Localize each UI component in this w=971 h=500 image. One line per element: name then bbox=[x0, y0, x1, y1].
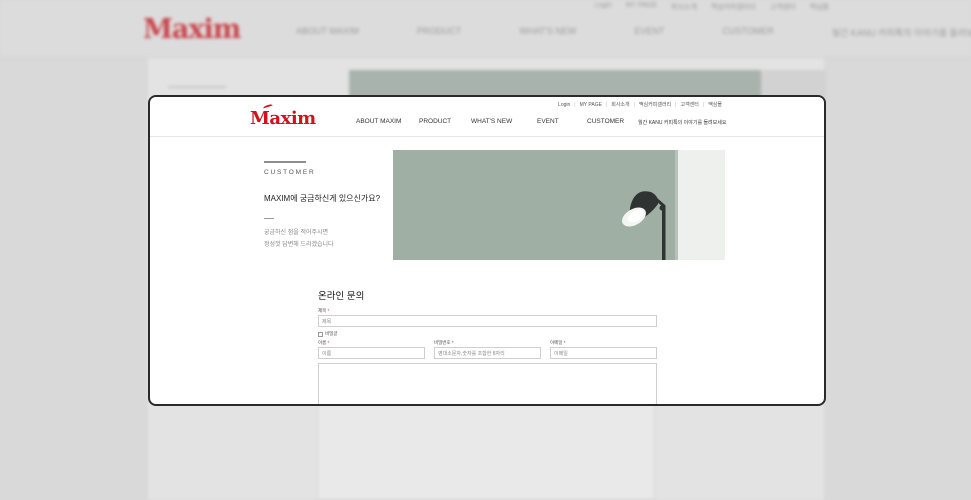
util-separator: | bbox=[574, 101, 576, 108]
subject-input[interactable]: 제목 bbox=[318, 315, 657, 327]
hero-banner bbox=[393, 150, 725, 260]
util-separator: | bbox=[633, 101, 635, 108]
form-title: 온라인 문의 bbox=[318, 291, 365, 302]
description-line: 궁금하신 점을 적어주시면 bbox=[264, 230, 329, 236]
section-dash bbox=[264, 218, 274, 219]
util-link-mypage[interactable]: MY PAGE bbox=[580, 102, 602, 108]
checkbox-box-icon[interactable] bbox=[318, 331, 323, 337]
required-mark: * bbox=[327, 340, 330, 345]
background-nav-item: PRODUCT bbox=[416, 26, 462, 36]
util-link-support[interactable]: 고객센터 bbox=[680, 101, 698, 108]
background-logo: Maxim bbox=[143, 14, 241, 45]
password-label-text: 비밀번호 bbox=[434, 340, 451, 345]
section-title: MAXIM에 궁금하신게 있으신가요? bbox=[264, 194, 381, 203]
customer-intro: CUSTOMER MAXIM에 궁금하신게 있으신가요? 궁금하신 점을 적어주… bbox=[264, 161, 392, 251]
util-link-gallery[interactable]: 맥심커피갤러리 bbox=[639, 101, 671, 108]
background-util-link: 고객센터 bbox=[769, 4, 796, 11]
nav-item-about[interactable]: ABOUT MAXIM bbox=[356, 118, 401, 125]
background-nav: ABOUT MAXIM PRODUCT WHAT'S NEW EVENT CUS… bbox=[296, 26, 971, 39]
secret-checkbox[interactable]: 비밀글 bbox=[318, 331, 337, 337]
password-label: 비밀번호 * bbox=[434, 340, 454, 346]
desk-lamp-icon bbox=[622, 191, 666, 260]
background-util-link: 맥심몰 bbox=[809, 4, 829, 11]
maxim-logo[interactable]: Maxim bbox=[250, 108, 316, 129]
section-description: 궁금하신 점을 적어주시면 정성껏 답변해 드리겠습니다 bbox=[264, 227, 392, 251]
background-util-links: Login MY PAGE 회사소개 맥심커피갤러리 고객센터 맥심몰 bbox=[595, 2, 829, 12]
section-eyebrow: CUSTOMER bbox=[264, 169, 316, 176]
background-nav-item: EVENT bbox=[634, 26, 665, 36]
required-mark: * bbox=[451, 340, 454, 345]
nav-promo-link[interactable]: 월간 KANU 커피톡의 이야기를 들려보세요 bbox=[638, 119, 726, 126]
nav-item-whats-new[interactable]: WHAT'S NEW bbox=[471, 118, 512, 125]
background-nav-item: ABOUT MAXIM bbox=[296, 26, 359, 36]
required-mark: * bbox=[563, 340, 566, 345]
subject-label: 제목 * bbox=[318, 308, 329, 314]
background-util-link: Login bbox=[594, 2, 612, 9]
required-mark: * bbox=[327, 308, 330, 313]
background-nav-item: CUSTOMER bbox=[722, 26, 774, 36]
email-label: 이메일 * bbox=[550, 340, 565, 346]
util-separator: | bbox=[675, 101, 677, 108]
utility-links: Login | MY PAGE | 회사소개 | 맥심커피갤러리 | 고객센터 … bbox=[558, 101, 722, 109]
nav-item-customer[interactable]: CUSTOMER bbox=[587, 118, 624, 125]
password-input[interactable]: 영대소문자,숫자를 조합한 8자리 bbox=[434, 347, 541, 359]
site-header: Maxim Login | MY PAGE | 회사소개 | 맥심커피갤러리 |… bbox=[150, 97, 824, 137]
subject-label-text: 제목 bbox=[318, 308, 327, 313]
description-line: 정성껏 답변해 드리겠습니다 bbox=[264, 242, 334, 248]
name-label: 이름 * bbox=[318, 340, 329, 346]
secret-label: 비밀글 bbox=[325, 331, 338, 336]
nav-item-product[interactable]: PRODUCT bbox=[419, 118, 451, 125]
email-label-text: 이메일 bbox=[550, 340, 563, 345]
background-util-link: 회사소개 bbox=[671, 4, 697, 11]
util-link-login[interactable]: Login bbox=[558, 102, 570, 108]
section-divider bbox=[264, 161, 306, 163]
background-nav-promo: 월간 KANU 커피톡의 이야기를 들려보세요 bbox=[831, 28, 971, 38]
background-util-link: 맥심커피갤러리 bbox=[710, 4, 756, 11]
page-preview-frame: Maxim Login | MY PAGE | 회사소개 | 맥심커피갤러리 |… bbox=[148, 95, 826, 406]
inquiry-form: 온라인 문의 제목 * 제목 비밀글 이름 * 이름 비밀번호 * 영대소문자,… bbox=[318, 288, 657, 404]
util-link-mall[interactable]: 맥심몰 bbox=[708, 101, 722, 108]
background-divider bbox=[168, 86, 226, 88]
name-label-text: 이름 bbox=[318, 340, 327, 345]
util-link-company[interactable]: 회사소개 bbox=[611, 101, 629, 108]
background-nav-item: WHAT'S NEW bbox=[519, 26, 577, 36]
name-input[interactable]: 이름 bbox=[318, 347, 425, 359]
nav-item-event[interactable]: EVENT bbox=[537, 118, 559, 125]
util-separator: | bbox=[702, 101, 705, 108]
email-input[interactable]: 이메일 bbox=[550, 347, 657, 359]
background-util-link: MY PAGE bbox=[625, 2, 658, 9]
util-separator: | bbox=[605, 101, 608, 108]
message-textarea[interactable] bbox=[318, 363, 657, 404]
